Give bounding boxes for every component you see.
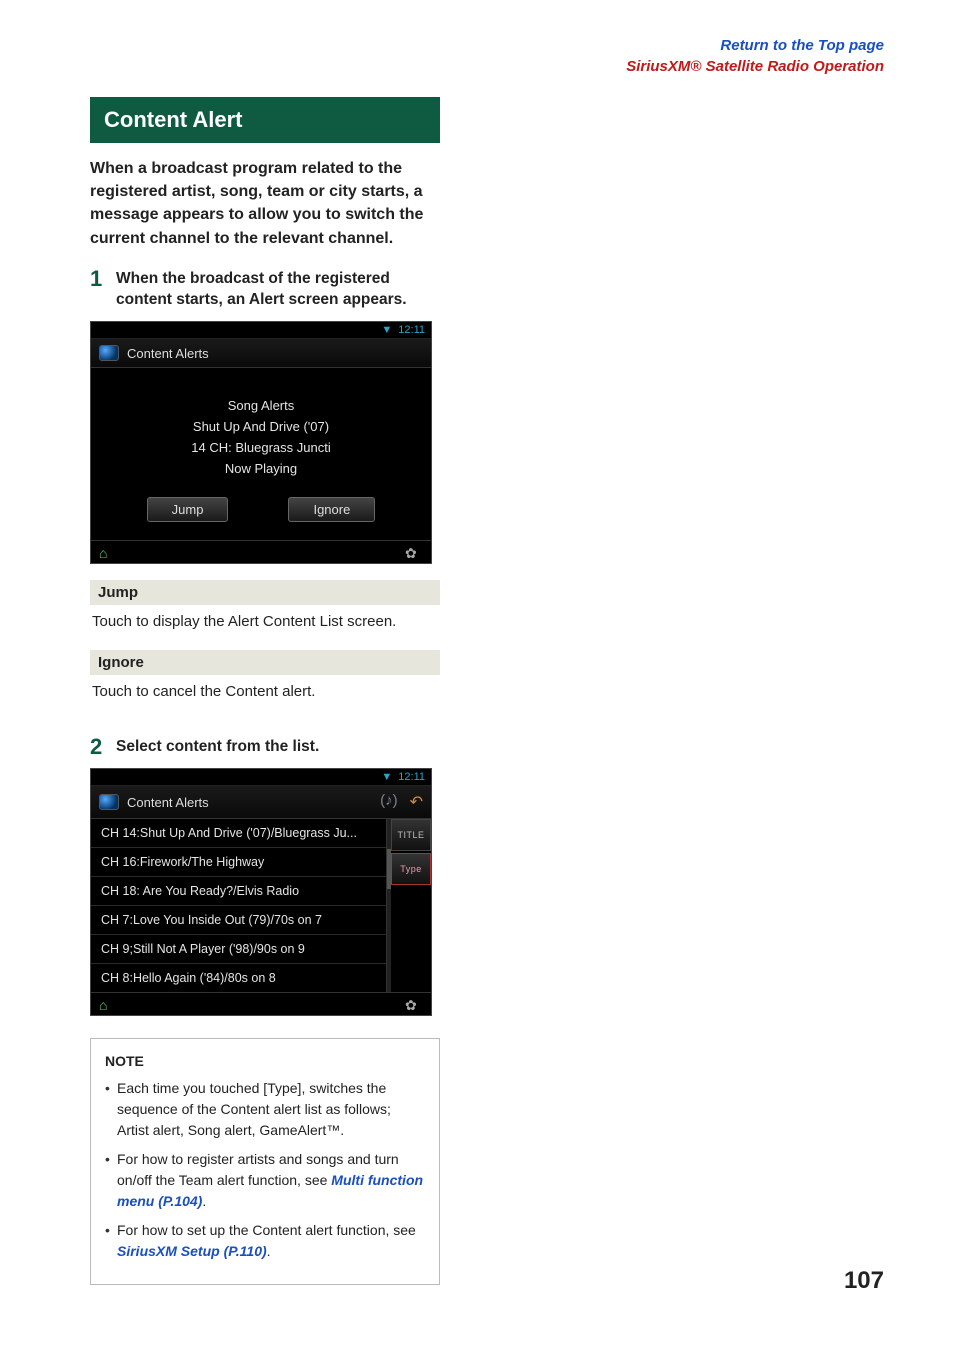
list-item[interactable]: CH 14:Shut Up And Drive ('07)/Bluegrass …	[91, 819, 386, 848]
header-links: Return to the Top page SiriusXM® Satelli…	[90, 35, 884, 77]
back-icon[interactable]: ↶	[410, 792, 423, 812]
note-item: For how to set up the Content alert func…	[105, 1220, 425, 1262]
picture-icon[interactable]: ⌂	[99, 545, 117, 559]
status-bar: ▼ 12:11	[91, 322, 431, 339]
content-list: CH 14:Shut Up And Drive ('07)/Bluegrass …	[91, 819, 386, 992]
screen-title: Content Alerts	[127, 346, 209, 361]
note-title: NOTE	[105, 1051, 425, 1072]
step-1: 1 When the broadcast of the registered c…	[90, 268, 440, 311]
status-bar: ▼ 12:11	[91, 769, 431, 786]
jump-description: Touch to display the Alert Content List …	[90, 605, 440, 642]
alert-line: Now Playing	[101, 459, 421, 480]
list-item[interactable]: CH 7:Love You Inside Out (79)/70s on 7	[91, 906, 386, 935]
scrollbar[interactable]	[386, 819, 391, 992]
clock: 12:11	[398, 771, 425, 783]
alert-line: Song Alerts	[101, 396, 421, 417]
title-sort-button[interactable]: TITLE	[391, 819, 431, 851]
device-screenshot-list: ▼ 12:11 Content Alerts (♪) ↶ CH 14:Shut …	[90, 768, 432, 1016]
sxm-icon	[99, 794, 119, 810]
signal-icon: ▼	[381, 324, 392, 336]
picture-icon[interactable]: ⌂	[99, 997, 117, 1011]
device-screenshot-alert: ▼ 12:11 Content Alerts Song Alerts Shut …	[90, 321, 432, 564]
note-box: NOTE Each time you touched [Type], switc…	[90, 1038, 440, 1285]
page-number: 107	[844, 1267, 884, 1295]
bottom-bar: ⌂ ✿	[91, 992, 431, 1015]
intro-text: When a broadcast program related to the …	[90, 157, 440, 250]
jump-label: Jump	[90, 580, 440, 605]
list-item[interactable]: CH 8:Hello Again ('84)/80s on 8	[91, 964, 386, 992]
gear-icon[interactable]: ✿	[405, 997, 423, 1011]
note-item: Each time you touched [Type], switches t…	[105, 1078, 425, 1141]
bottom-bar: ⌂ ✿	[91, 540, 431, 563]
list-item[interactable]: CH 18: Are You Ready?/Elvis Radio	[91, 877, 386, 906]
step-text: Select content from the list.	[116, 736, 319, 758]
gear-icon[interactable]: ✿	[405, 545, 423, 559]
ignore-description: Touch to cancel the Content alert.	[90, 675, 440, 712]
ignore-label: Ignore	[90, 650, 440, 675]
sxm-icon	[99, 345, 119, 361]
section-title: Content Alert	[90, 97, 440, 143]
screen-title: Content Alerts	[127, 795, 209, 810]
return-top-link[interactable]: Return to the Top page	[720, 37, 884, 54]
alert-line: 14 CH: Bluegrass Juncti	[101, 438, 421, 459]
clock: 12:11	[398, 324, 425, 336]
list-item[interactable]: CH 9;Still Not A Player ('98)/90s on 9	[91, 935, 386, 964]
alert-line: Shut Up And Drive ('07)	[101, 417, 421, 438]
audio-icon[interactable]: (♪)	[380, 792, 398, 812]
jump-button[interactable]: Jump	[147, 497, 229, 522]
type-sort-button[interactable]: Type	[391, 853, 431, 885]
step-number: 1	[90, 268, 108, 311]
title-bar: Content Alerts (♪) ↶	[91, 786, 431, 819]
step-2: 2 Select content from the list.	[90, 736, 440, 758]
ignore-button[interactable]: Ignore	[288, 497, 375, 522]
breadcrumb: SiriusXM® Satellite Radio Operation	[626, 58, 884, 75]
siriusxm-setup-link[interactable]: SiriusXM Setup (P.110)	[117, 1243, 267, 1259]
title-bar: Content Alerts	[91, 339, 431, 368]
alert-body: Song Alerts Shut Up And Drive ('07) 14 C…	[91, 368, 431, 497]
note-item: For how to register artists and songs an…	[105, 1149, 425, 1212]
step-text: When the broadcast of the registered con…	[116, 268, 440, 311]
step-number: 2	[90, 736, 108, 758]
signal-icon: ▼	[381, 771, 392, 783]
list-item[interactable]: CH 16:Firework/The Highway	[91, 848, 386, 877]
